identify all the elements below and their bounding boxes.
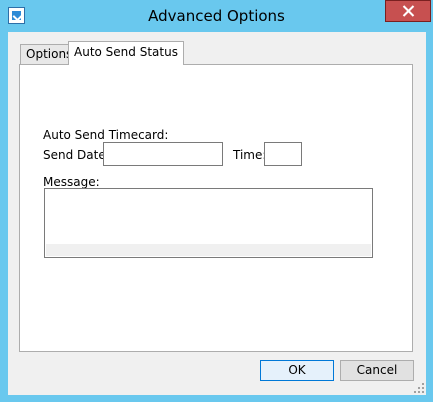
close-icon bbox=[402, 5, 415, 17]
message-field[interactable] bbox=[44, 188, 373, 258]
dialog-client-area: Options Auto Send Status Auto Send Timec… bbox=[8, 32, 426, 395]
message-field-footer bbox=[46, 244, 371, 256]
time-field[interactable] bbox=[264, 142, 302, 166]
tab-auto-send-status[interactable]: Auto Send Status bbox=[68, 41, 184, 65]
resize-grip-icon[interactable] bbox=[414, 383, 424, 393]
time-label: Time: bbox=[233, 148, 267, 162]
send-date-label: Send Date: bbox=[43, 148, 110, 162]
message-label: Message: bbox=[43, 175, 100, 189]
advanced-options-window: Advanced Options Options Auto Send Statu… bbox=[0, 0, 433, 402]
send-date-field[interactable] bbox=[103, 142, 223, 166]
close-button[interactable] bbox=[385, 0, 431, 22]
auto-send-status-panel: Auto Send Timecard: Send Date: Time: Mes… bbox=[19, 64, 413, 352]
title-bar[interactable]: Advanced Options bbox=[0, 0, 433, 32]
cancel-button[interactable]: Cancel bbox=[340, 360, 414, 381]
ok-button[interactable]: OK bbox=[260, 360, 334, 381]
window-title: Advanced Options bbox=[148, 7, 285, 25]
auto-send-timecard-label: Auto Send Timecard: bbox=[43, 128, 169, 142]
